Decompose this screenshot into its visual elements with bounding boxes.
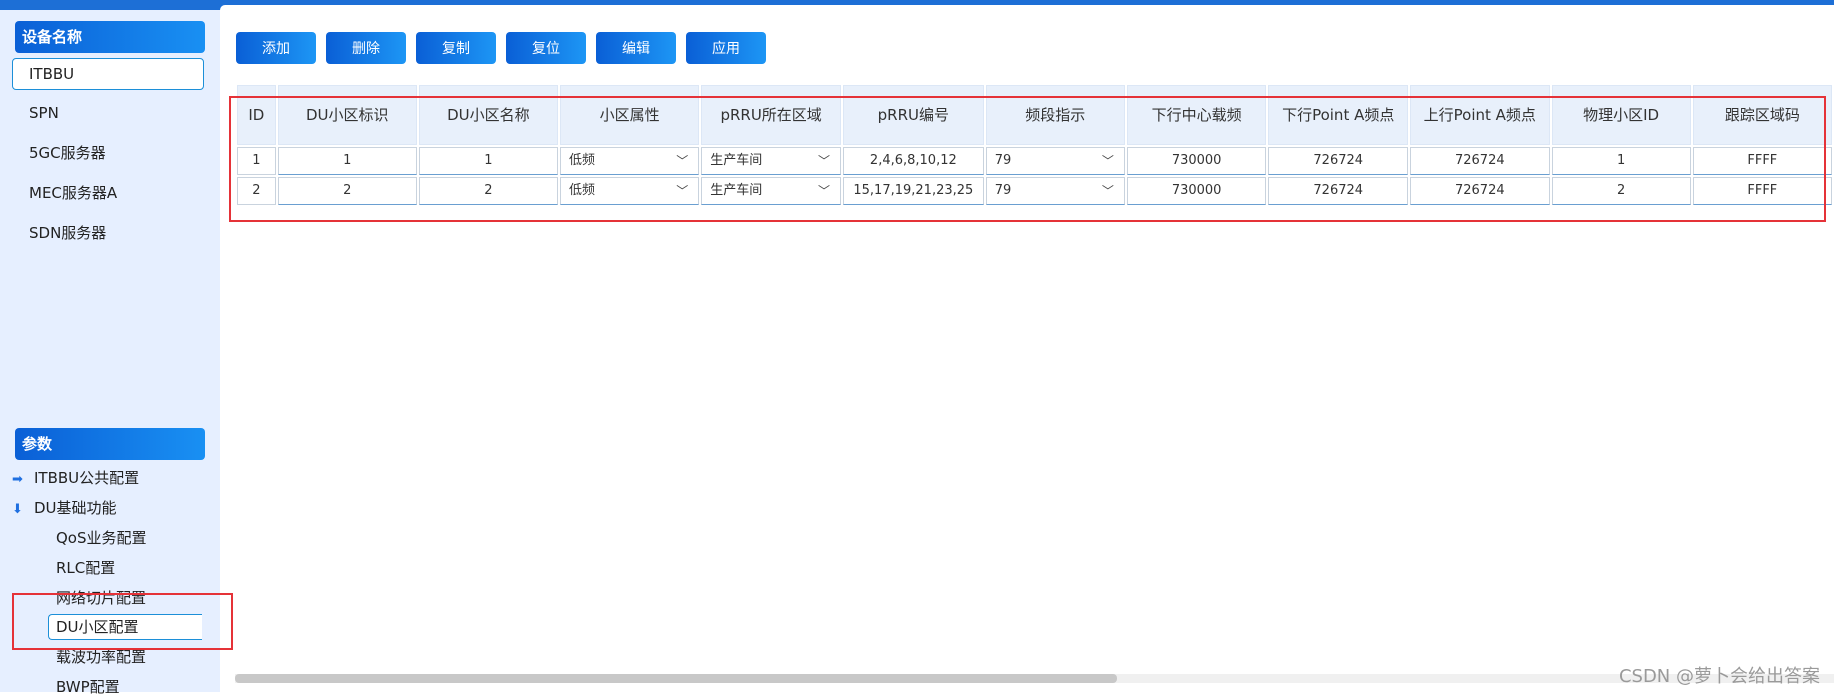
col-header-cell-attr: 小区属性 <box>559 85 700 145</box>
tree-child-rlc[interactable]: RLC配置 <box>56 555 115 581</box>
apply-button[interactable]: 应用 <box>686 32 766 64</box>
tree-child-network-slice[interactable]: 网络切片配置 <box>56 585 146 611</box>
chevron-down-icon: ﹀ <box>676 154 689 168</box>
tree-child-carrier-power[interactable]: 载波功率配置 <box>56 644 146 670</box>
col-header-pci: 物理小区ID <box>1551 85 1691 145</box>
col-header-prru-area: pRRU所在区域 <box>701 85 841 145</box>
cell-attr-select[interactable]: 低频 ﹀ <box>559 147 700 175</box>
col-header-du-cell-name: DU小区名称 <box>418 85 558 145</box>
tree-node-du-basic[interactable]: ⬇ DU基础功能 <box>12 495 117 521</box>
chevron-down-icon: ﹀ <box>1101 184 1114 198</box>
col-header-dl-freq: 下行中心载频 <box>1126 85 1267 145</box>
device-item-spn[interactable]: SPN <box>12 97 204 129</box>
tree-child-qos[interactable]: QoS业务配置 <box>56 525 147 551</box>
params-header: 参数 <box>15 428 205 460</box>
edit-button[interactable]: 编辑 <box>596 32 676 64</box>
tree-node-label: ITBBU公共配置 <box>34 469 140 487</box>
chevron-down-icon: ﹀ <box>817 184 830 198</box>
select-value: 低频 <box>568 153 595 168</box>
chevron-down-icon: ﹀ <box>1101 154 1114 168</box>
col-header-du-cell-id: DU小区标识 <box>277 85 417 145</box>
chevron-down-icon: ﹀ <box>817 154 830 168</box>
pci-input[interactable]: 1 <box>1551 147 1691 175</box>
top-accent-bar <box>0 0 1834 10</box>
tree-child-du-cell[interactable]: DU小区配置 <box>48 614 202 640</box>
add-button[interactable]: 添加 <box>236 32 316 64</box>
prru-area-select[interactable]: 生产车间 ﹀ <box>701 147 841 175</box>
du-cell-name-input[interactable]: 2 <box>418 177 558 205</box>
prru-no-input[interactable]: 2,4,6,8,10,12 <box>843 147 984 175</box>
sidebar: 设备名称 ITBBU SPN 5GC服务器 MEC服务器A SDN服务器 参数 … <box>0 10 220 696</box>
row-id: 2 <box>237 177 276 205</box>
du-cell-table: ID DU小区标识 DU小区名称 小区属性 pRRU所在区域 pRRU编号 频段… <box>235 83 1834 213</box>
select-value: 79 <box>994 183 1012 198</box>
device-item-sdn[interactable]: SDN服务器 <box>12 217 204 249</box>
dl-point-a-input[interactable]: 726724 <box>1268 177 1409 205</box>
tree-child-bwp[interactable]: BWP配置 <box>56 674 120 700</box>
scrollbar-thumb[interactable] <box>235 674 1117 683</box>
row-id: 1 <box>237 147 276 175</box>
table-row: 2 2 2 低频 ﹀ 生产车间 ﹀ 15,17,19,21,23,25 79 ﹀ 73… <box>237 177 1832 205</box>
prru-no-input[interactable]: 15,17,19,21,23,25 <box>843 177 984 205</box>
tac-input[interactable]: FFFF <box>1692 177 1832 205</box>
du-cell-id-input[interactable]: 1 <box>277 147 417 175</box>
ul-point-a-input[interactable]: 726724 <box>1410 177 1550 205</box>
band-select[interactable]: 79 ﹀ <box>985 147 1125 175</box>
device-item-mec-a[interactable]: MEC服务器A <box>12 177 204 209</box>
select-value: 生产车间 <box>710 183 763 198</box>
reset-button[interactable]: 复位 <box>506 32 586 64</box>
dl-point-a-input[interactable]: 726724 <box>1268 147 1409 175</box>
device-name-header: 设备名称 <box>15 21 205 53</box>
select-value: 低频 <box>568 183 595 198</box>
watermark: CSDN @萝卜会给出答案 <box>1618 666 1820 687</box>
chevron-down-icon: ﹀ <box>676 184 689 198</box>
table-row: 1 1 1 低频 ﹀ 生产车间 ﹀ 2,4,6,8,10,12 79 ﹀ 730000… <box>237 147 1832 175</box>
dl-freq-input[interactable]: 730000 <box>1126 177 1267 205</box>
prru-area-select[interactable]: 生产车间 ﹀ <box>701 177 841 205</box>
table-header-row: ID DU小区标识 DU小区名称 小区属性 pRRU所在区域 pRRU编号 频段… <box>237 85 1832 145</box>
copy-button[interactable]: 复制 <box>416 32 496 64</box>
ul-point-a-input[interactable]: 726724 <box>1410 147 1550 175</box>
device-item-itbbu[interactable]: ITBBU <box>12 58 204 90</box>
col-header-id: ID <box>237 85 276 145</box>
du-cell-name-input[interactable]: 1 <box>418 147 558 175</box>
tree-node-itbbu-common[interactable]: ➡ ITBBU公共配置 <box>12 465 139 491</box>
cell-attr-select[interactable]: 低频 ﹀ <box>559 177 700 205</box>
arrow-right-icon: ➡ <box>12 472 23 487</box>
band-select[interactable]: 79 ﹀ <box>985 177 1125 205</box>
arrow-down-icon: ⬇ <box>12 502 23 517</box>
col-header-band: 频段指示 <box>985 85 1125 145</box>
col-header-tac: 跟踪区域码 <box>1692 85 1832 145</box>
horizontal-scrollbar[interactable] <box>235 674 1834 683</box>
tac-input[interactable]: FFFF <box>1692 147 1832 175</box>
device-item-5gc[interactable]: 5GC服务器 <box>12 137 204 169</box>
tree-node-label: DU基础功能 <box>34 499 117 517</box>
col-header-ul-point-a: 上行Point A频点 <box>1410 85 1550 145</box>
dl-freq-input[interactable]: 730000 <box>1126 147 1267 175</box>
col-header-dl-point-a: 下行Point A频点 <box>1268 85 1409 145</box>
col-header-prru-no: pRRU编号 <box>843 85 984 145</box>
pci-input[interactable]: 2 <box>1551 177 1691 205</box>
delete-button[interactable]: 删除 <box>326 32 406 64</box>
du-cell-id-input[interactable]: 2 <box>277 177 417 205</box>
select-value: 生产车间 <box>710 153 763 168</box>
select-value: 79 <box>994 153 1012 168</box>
